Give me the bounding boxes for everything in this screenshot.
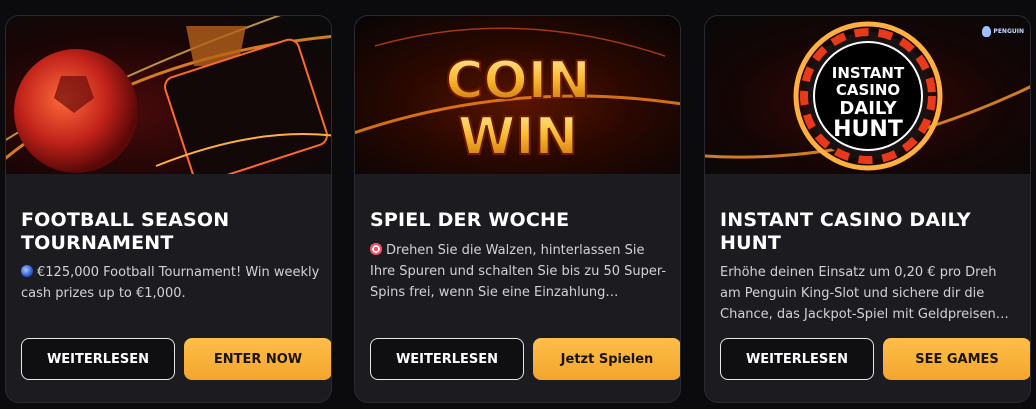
promo-card-football: FOOTBALL SEASON TOURNAMENT €125,000 Foot… [5, 15, 332, 403]
promo-card-daily-hunt: INSTANT CASINO DAILY HUNT PENGUIN INSTAN… [704, 15, 1031, 403]
coin-win-banner-image: COIN WIN [355, 16, 680, 174]
penguin-logo-text: PENGUIN [993, 28, 1024, 35]
description-text: Drehen Sie die Walzen, hinterlassen Sie … [370, 243, 667, 300]
card-description: €125,000 Football Tournament! Win weekly… [21, 262, 321, 304]
penguin-logo: PENGUIN [982, 26, 1024, 37]
read-more-button[interactable]: WEITERLESEN [370, 338, 524, 380]
promo-card-spiel-der-woche: COIN WIN SPIEL DER WOCHE Drehen Sie die … [354, 15, 681, 403]
globe-icon [21, 265, 33, 277]
football-banner-image [6, 16, 331, 174]
card-title: FOOTBALL SEASON TOURNAMENT [21, 209, 230, 254]
dart-icon [370, 243, 382, 255]
read-more-button[interactable]: WEITERLESEN [21, 338, 175, 380]
casino-text: CASINO [836, 81, 900, 99]
description-text: €125,000 Football Tournament! Win weekly… [21, 265, 320, 301]
play-now-button[interactable]: Jetzt Spielen [533, 338, 680, 380]
card-title: SPIEL DER WOCHE [370, 209, 570, 231]
see-games-button[interactable]: SEE GAMES [883, 338, 1030, 380]
coin-text: COIN [445, 51, 590, 111]
card-description: Drehen Sie die Walzen, hinterlassen Sie … [370, 240, 670, 303]
penguin-icon [982, 26, 992, 37]
instant-text: INSTANT [832, 64, 905, 82]
hunt-text: HUNT [833, 117, 903, 142]
card-title: INSTANT CASINO DAILY HUNT [720, 209, 971, 254]
read-more-button[interactable]: WEITERLESEN [720, 338, 874, 380]
enter-now-button[interactable]: ENTER NOW [184, 338, 331, 380]
daily-text: DAILY [839, 98, 897, 119]
win-text: WIN [458, 107, 578, 167]
card-description: Erhöhe deinen Einsatz um 0,20 € pro Dreh… [720, 265, 1009, 322]
daily-hunt-banner-image: INSTANT CASINO DAILY HUNT PENGUIN [705, 16, 1030, 174]
